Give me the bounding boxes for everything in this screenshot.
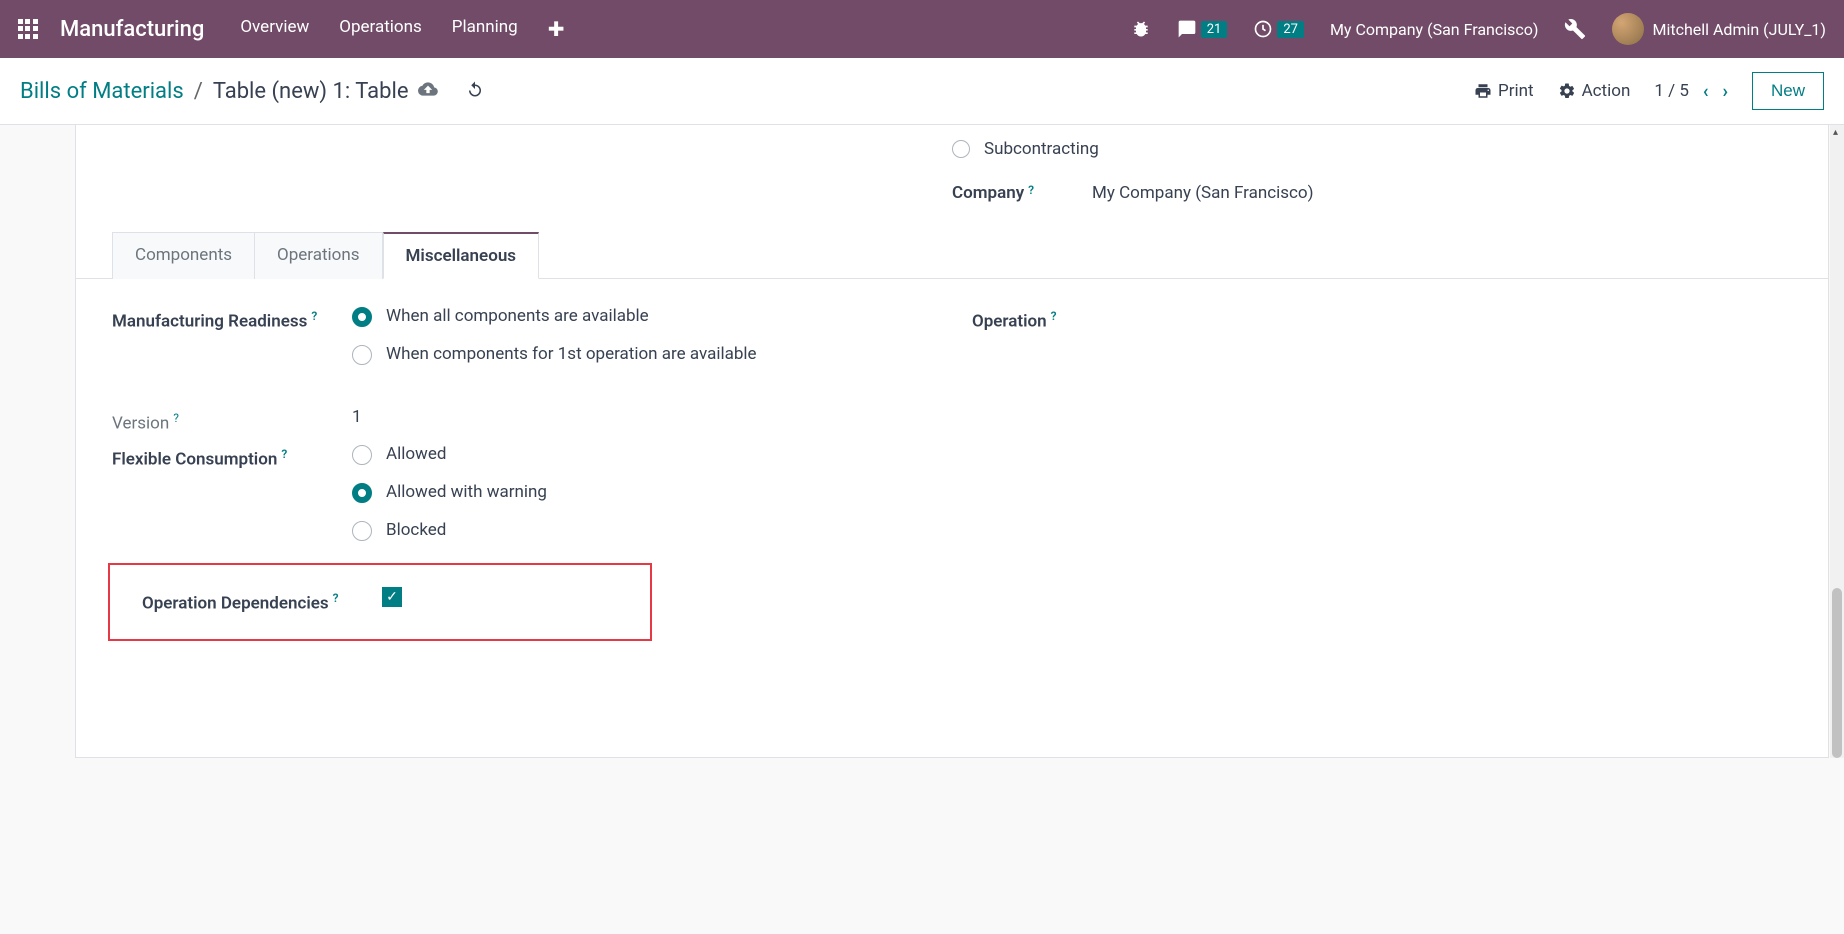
apps-icon[interactable] (18, 19, 38, 39)
user-name: Mitchell Admin (JULY_1) (1652, 20, 1826, 39)
bug-icon[interactable] (1131, 19, 1151, 39)
version-value: 1 (352, 407, 932, 427)
cloud-upload-icon[interactable] (418, 79, 438, 104)
plus-icon[interactable]: ✚ (548, 17, 565, 41)
operation-label: Operation? (972, 305, 1212, 332)
breadcrumb-sep: / (194, 79, 203, 104)
radio-circle-icon (352, 521, 372, 541)
avatar (1612, 13, 1644, 45)
highlight-annotation: Operation Dependencies? ✓ (108, 563, 652, 642)
radio-flex-allowed[interactable]: Allowed (352, 443, 932, 467)
radio-circle-selected-icon (352, 483, 372, 503)
app-brand[interactable]: Manufacturing (60, 17, 204, 42)
help-icon[interactable]: ? (333, 591, 339, 605)
activities-icon[interactable]: 27 (1253, 19, 1304, 39)
radio-circle-selected-icon (352, 307, 372, 327)
scrollbar[interactable]: ▴ (1830, 125, 1844, 758)
opdep-checkbox[interactable]: ✓ (382, 587, 402, 607)
form-sheet: Subcontracting Company? My Company (San … (75, 125, 1829, 758)
breadcrumb-root[interactable]: Bills of Materials (20, 79, 184, 104)
radio-circle-icon (952, 140, 970, 158)
tab-miscellaneous[interactable]: Miscellaneous (383, 232, 540, 279)
flex-label: Flexible Consumption? (112, 443, 352, 470)
action-button[interactable]: Action (1558, 81, 1631, 101)
version-label: Version? (112, 407, 352, 434)
breadcrumb-current: Table (new) 1: Table (213, 79, 409, 104)
opdep-label: Operation Dependencies? (142, 587, 382, 614)
nav-planning[interactable]: Planning (452, 17, 518, 41)
user-menu[interactable]: Mitchell Admin (JULY_1) (1612, 13, 1826, 45)
nav-overview[interactable]: Overview (240, 17, 309, 41)
tab-operations[interactable]: Operations (255, 232, 383, 279)
radio-readiness-first[interactable]: When components for 1st operation are av… (352, 343, 932, 367)
radio-subcontracting[interactable]: Subcontracting (952, 139, 1792, 159)
discard-icon[interactable] (466, 80, 484, 103)
subheader: Bills of Materials / Table (new) 1: Tabl… (0, 58, 1844, 125)
radio-circle-icon (352, 445, 372, 465)
readiness-label: Manufacturing Readiness? (112, 305, 352, 332)
tab-components[interactable]: Components (112, 232, 255, 279)
tools-icon[interactable] (1564, 18, 1586, 40)
help-icon[interactable]: ? (281, 447, 287, 461)
company-value[interactable]: My Company (San Francisco) (1092, 183, 1314, 203)
radio-readiness-all[interactable]: When all components are available (352, 305, 932, 329)
help-icon[interactable]: ? (1051, 309, 1057, 323)
messages-badge: 21 (1201, 21, 1228, 38)
radio-flex-blocked[interactable]: Blocked (352, 519, 932, 543)
activities-badge: 27 (1277, 21, 1304, 38)
help-icon[interactable]: ? (173, 411, 179, 425)
scroll-thumb[interactable] (1832, 588, 1842, 758)
help-icon[interactable]: ? (311, 309, 317, 323)
new-button[interactable]: New (1752, 72, 1824, 110)
company-label: Company? (952, 183, 1092, 203)
pager-prev[interactable]: ‹ (1703, 81, 1709, 102)
pager-text[interactable]: 1 / 5 (1654, 81, 1689, 101)
company-selector[interactable]: My Company (San Francisco) (1330, 20, 1539, 39)
pager-next[interactable]: › (1723, 81, 1728, 102)
tab-bar: Components Operations Miscellaneous (76, 231, 1828, 279)
nav-operations[interactable]: Operations (339, 17, 422, 41)
radio-flex-warning[interactable]: Allowed with warning (352, 481, 932, 505)
top-navbar: Manufacturing Overview Operations Planni… (0, 0, 1844, 58)
help-icon[interactable]: ? (1028, 183, 1034, 197)
scroll-up-icon[interactable]: ▴ (1833, 127, 1838, 138)
print-button[interactable]: Print (1474, 81, 1534, 101)
messages-icon[interactable]: 21 (1177, 19, 1228, 39)
radio-circle-icon (352, 345, 372, 365)
